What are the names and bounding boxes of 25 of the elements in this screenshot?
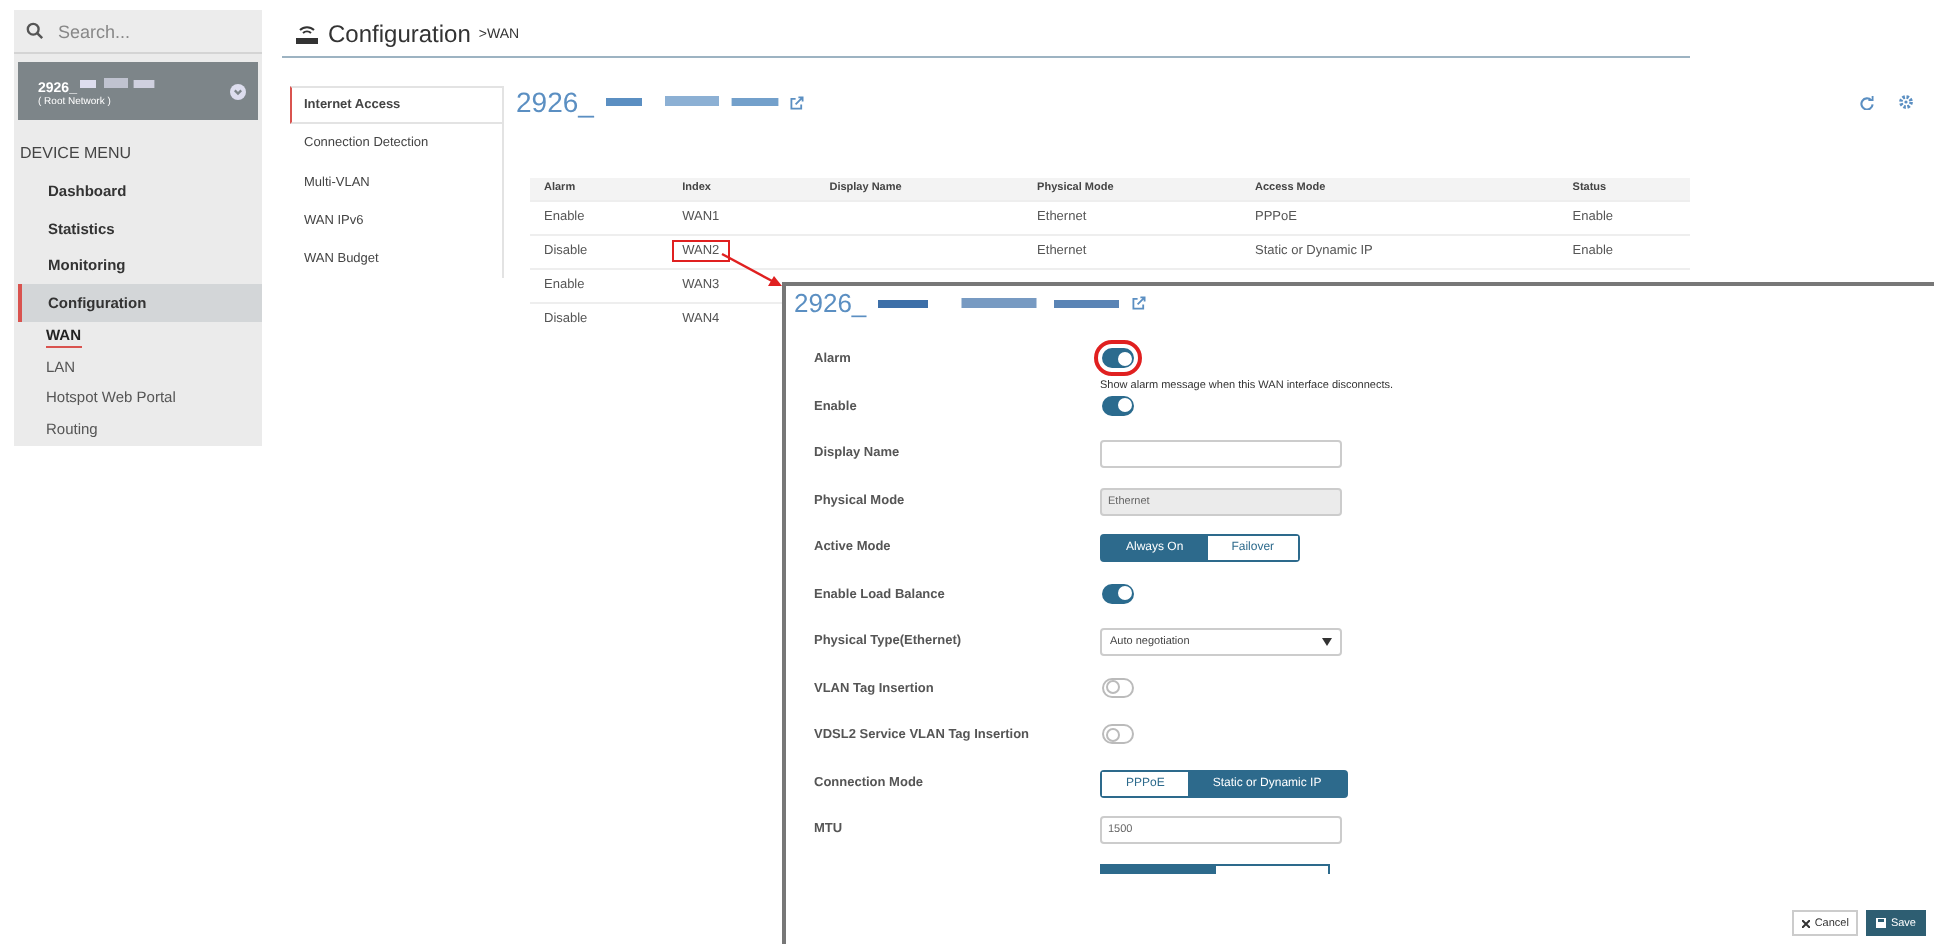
- redacted-text-icon: [874, 295, 1125, 311]
- redacted-text-icon: [601, 94, 782, 110]
- toggle-switch[interactable]: [1102, 677, 1134, 697]
- text-field[interactable]: [1100, 440, 1342, 468]
- close-icon: [1802, 919, 1811, 927]
- chevron-down-icon[interactable]: [230, 83, 246, 100]
- toggle-switch[interactable]: [1102, 583, 1134, 603]
- external-link-icon[interactable]: [789, 95, 804, 109]
- toggle-switch[interactable]: [1102, 395, 1134, 415]
- gear-icon[interactable]: [1898, 94, 1914, 110]
- segmented-control[interactable]: [1100, 863, 1330, 873]
- redacted-text-icon: [76, 75, 157, 92]
- page-title: Configuration: [328, 20, 471, 48]
- refresh-icon[interactable]: [1860, 95, 1874, 109]
- router-icon: [294, 23, 320, 45]
- floppy-icon: [1876, 918, 1887, 928]
- annotation-arrow: [720, 252, 784, 292]
- device-title: 2926_: [516, 86, 594, 118]
- menu-heading: DEVICE MENU: [20, 143, 134, 162]
- search-field[interactable]: Search...: [54, 19, 234, 44]
- toggle-switch[interactable]: [1102, 724, 1134, 744]
- panel-title: 2926_: [794, 288, 867, 318]
- search-icon: [26, 22, 44, 41]
- external-link-icon[interactable]: [1132, 296, 1147, 310]
- caret-icon: [1322, 638, 1332, 646]
